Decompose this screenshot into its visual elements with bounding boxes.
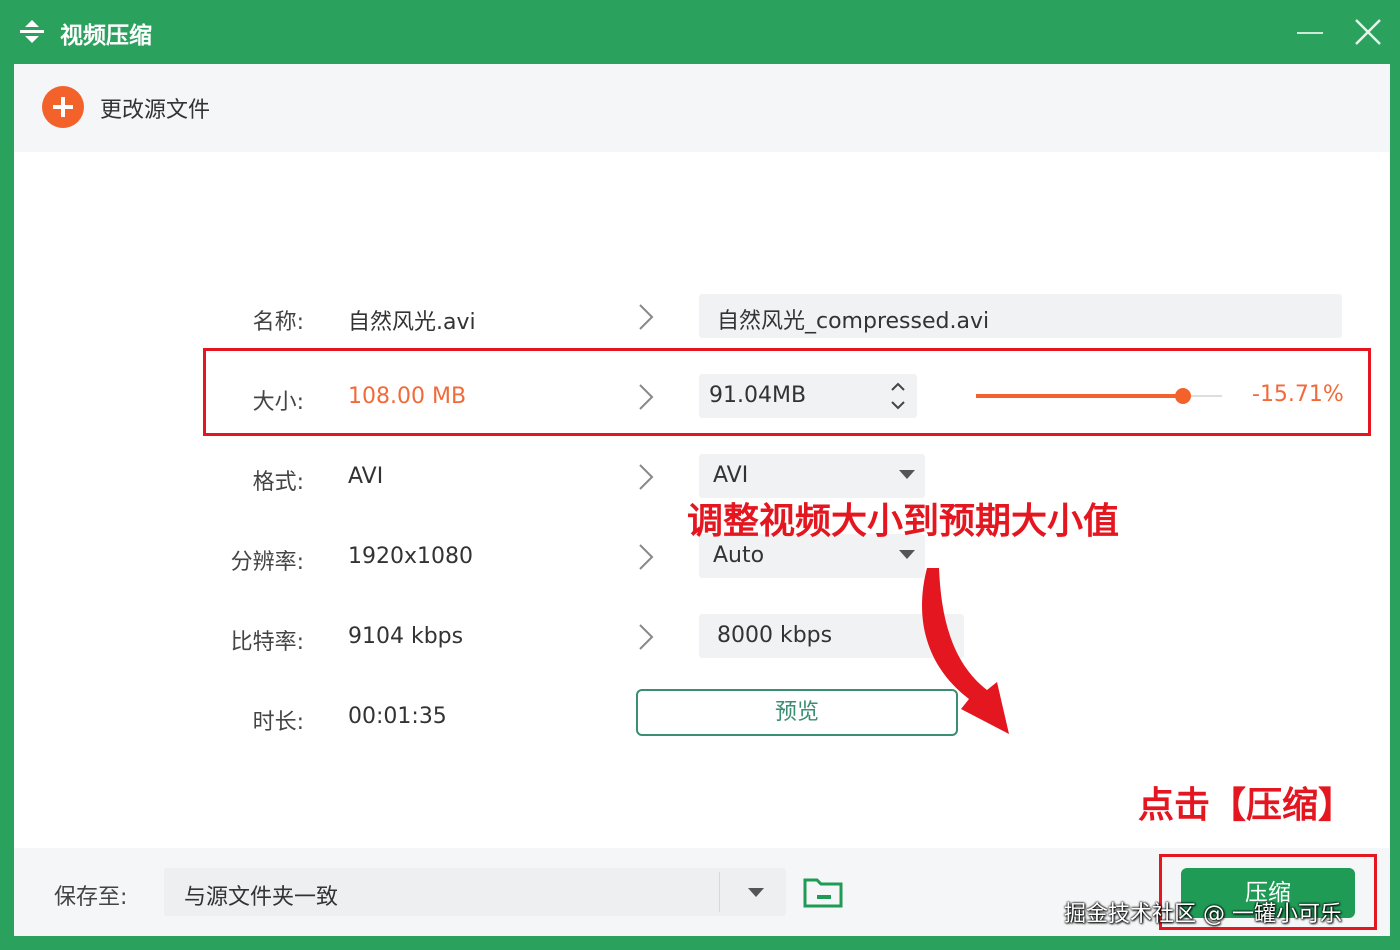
resolution-label: 分辨率:	[230, 550, 304, 575]
minimize-button[interactable]	[1295, 20, 1325, 44]
select-divider	[719, 872, 720, 912]
plus-circle-icon[interactable]	[42, 86, 84, 128]
chevron-down-icon	[899, 550, 915, 559]
adjust-size-annotation: 调整视频大小到预期大小值	[687, 501, 1120, 542]
bitrate-source-value: 9104 kbps	[348, 624, 464, 649]
save-location-text: 与源文件夹一致	[184, 885, 339, 910]
format-label: 格式:	[252, 470, 304, 495]
window-title: 视频压缩	[60, 23, 152, 49]
chevron-down-icon[interactable]	[748, 888, 764, 897]
format-select-text: AVI	[713, 463, 749, 488]
output-name-field[interactable]: 自然风光_compressed.avi	[699, 294, 1342, 338]
size-highlight-box	[203, 348, 1371, 436]
title-bar: 视频压缩	[0, 0, 1400, 64]
compress-app-icon	[20, 20, 44, 43]
red-arrow-icon	[922, 568, 1009, 734]
change-source-button[interactable]: 更改源文件	[100, 92, 210, 124]
resolution-source-value: 1920x1080	[348, 544, 473, 569]
chevron-right-icon	[639, 304, 654, 330]
duration-value: 00:01:35	[348, 704, 447, 729]
chevron-down-icon	[899, 470, 915, 479]
name-source-value: 自然风光.avi	[348, 310, 476, 335]
output-name-text: 自然风光_compressed.avi	[717, 309, 990, 334]
top-toolbar: 更改源文件	[14, 64, 1390, 152]
compress-dialog: 更改源文件 名称: 自然风光.avi 自然风光_compressed.avi 大…	[14, 64, 1390, 936]
format-source-value: AVI	[348, 464, 384, 489]
save-location-select[interactable]: 与源文件夹一致	[164, 868, 786, 916]
chevron-right-icon	[639, 464, 654, 490]
click-compress-annotation: 点击【压缩】	[1138, 785, 1355, 826]
watermark: 掘金技术社区 @ 一罐小可乐	[1064, 902, 1342, 927]
chevron-right-icon	[639, 544, 654, 570]
name-label: 名称:	[252, 310, 304, 335]
bitrate-label: 比特率:	[230, 630, 304, 655]
chevron-right-icon	[639, 624, 654, 650]
save-to-label: 保存至:	[54, 885, 128, 910]
close-icon[interactable]	[1352, 16, 1384, 48]
duration-label: 时长:	[252, 710, 304, 735]
bitrate-text: 8000 kbps	[717, 623, 833, 648]
folder-icon[interactable]	[803, 876, 843, 908]
resolution-select-text: Auto	[713, 543, 765, 568]
